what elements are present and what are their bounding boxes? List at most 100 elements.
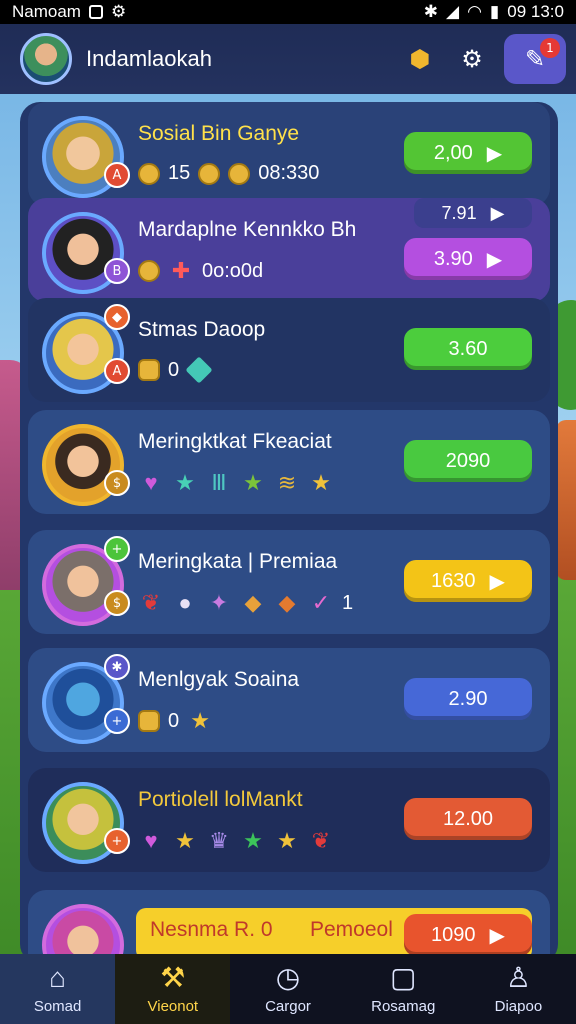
hammer-icon: ⚒ — [160, 961, 186, 993]
house-right — [556, 420, 576, 580]
time-value: 08:330 — [258, 162, 320, 184]
pill-label: 7.91 — [441, 202, 477, 223]
list-item[interactable]: + $ Meringkata | Premiaa ❦ ● ✦ ◆ ◆ ✓ 1 1… — [28, 530, 550, 634]
player-stats: ✚ 0o:o0d — [138, 258, 263, 284]
star-icon: ★ — [243, 470, 263, 495]
coin-icon — [138, 359, 160, 381]
player-name: Nesnma R. 0 — [150, 918, 273, 941]
signal-icon: ◢ — [445, 2, 460, 21]
nav-label: Somad — [33, 997, 82, 1015]
player-name: Mardaplne Kennkko Bh — [138, 218, 357, 241]
list-item[interactable]: ✱ + Menlgyak Soaina 0 ★ 2.90 — [28, 648, 550, 752]
value-button[interactable]: 3.60 — [404, 328, 532, 370]
coin-icon — [138, 162, 160, 185]
player-stats: ♥ ★ ♛ ★ ★ ❦ — [138, 828, 334, 854]
battery-icon: ▮ — [489, 2, 500, 21]
list-item[interactable]: + Portiolell lolMankt ♥ ★ ♛ ★ ★ ❦ 12.00 — [28, 768, 550, 872]
list-item[interactable]: A Sosial Bin Ganye 15 08:330 2,00 ▶ — [28, 102, 550, 206]
stat-value: 0 — [168, 358, 180, 381]
rank-badge: + — [104, 828, 130, 854]
nav-label: Cargor — [265, 997, 311, 1015]
value-button[interactable]: 2090 — [404, 440, 532, 482]
clock-label: 09 13:0 — [507, 2, 564, 21]
gift-icon: ✚ — [171, 258, 191, 283]
button-label: 2090 — [445, 449, 491, 472]
shield-button[interactable]: ⬢ — [394, 34, 446, 84]
coin-stack-icon — [138, 260, 160, 282]
timer-value: 0o:o0d — [202, 259, 264, 282]
wifi-icon: ◠ — [467, 2, 482, 21]
chat-button[interactable]: ✎ 1 — [504, 34, 566, 84]
player-stats: 0 ★ — [138, 708, 213, 734]
secondary-pill[interactable]: 7.91 ▶ — [414, 198, 532, 228]
stat-value: 15 — [168, 162, 191, 184]
stat-value: 0 — [168, 709, 180, 732]
nav-clock[interactable]: ◷ Cargor — [230, 954, 345, 1024]
value-button[interactable]: 1630 ▶ — [404, 560, 532, 602]
star-icon: ✦ — [209, 590, 229, 615]
pillar-icon: Ⅲ — [211, 470, 227, 495]
bluetooth-icon: ✱ — [423, 2, 438, 21]
stat-value: 1 — [342, 591, 354, 614]
gem-icon — [185, 356, 213, 384]
boomerang-icon: ✓ — [311, 590, 331, 615]
page-title: Indamlaokah — [86, 46, 212, 71]
player-stats: ♥ ★ Ⅲ ★ ≋ ★ — [138, 470, 334, 496]
notification-icon — [88, 5, 103, 19]
player-name: Menlgyak Soaina — [138, 668, 300, 691]
notification-badge: 1 — [540, 38, 560, 58]
button-label: 12.00 — [442, 807, 494, 830]
nav-home[interactable]: ⌂ Somad — [0, 954, 116, 1024]
settings-button[interactable]: ⚙ — [446, 34, 498, 84]
value-button[interactable]: 3.90 ▶ — [404, 238, 532, 280]
player-name: Meringkata | Premiaa — [138, 550, 338, 573]
list-item[interactable]: B Mardaplne Kennkko Bh ✚ 0o:o0d 7.91 ▶ 3… — [28, 198, 550, 302]
player-stats: ❦ ● ✦ ◆ ◆ ✓ 1 — [138, 590, 353, 616]
play-icon: ▶ — [490, 202, 505, 223]
button-label: 2.90 — [448, 687, 488, 710]
gear-icon: ⚙ — [461, 45, 483, 73]
star-icon: ★ — [175, 828, 195, 853]
star-icon: ★ — [277, 828, 297, 853]
rank-badge: $ — [104, 470, 130, 496]
nav-profile[interactable]: ♙ Diapoo — [461, 954, 576, 1024]
nav-box[interactable]: ▢ Rosamag — [346, 954, 461, 1024]
value-button[interactable]: 2,00 ▶ — [404, 132, 532, 174]
list-item[interactable]: ◆ A Stmas Daoop 0 3.60 — [28, 298, 550, 402]
dragon-icon: ❦ — [311, 828, 331, 853]
rank-badge: + — [104, 536, 130, 562]
player-name: Portiolell lolMankt — [138, 788, 303, 811]
nav-label: Diapoo — [494, 997, 543, 1015]
coin-icon — [198, 162, 221, 185]
value-button[interactable]: 12.00 — [404, 798, 532, 840]
list-item[interactable]: Nesnma R. 0 Pemoeol 1090 ▶ — [28, 890, 550, 964]
list-item[interactable]: $ Meringktkat Fkeaciat ♥ ★ Ⅲ ★ ≋ ★ 2090 — [28, 410, 550, 514]
person-icon: ♙ — [505, 961, 531, 993]
player-subtitle: Pemoeol — [310, 918, 393, 941]
button-label: 3.90 — [433, 247, 473, 270]
home-icon: ⌂ — [49, 961, 67, 993]
player-name: Sosial Bin Ganye — [138, 122, 300, 145]
value-button[interactable]: 1090 ▶ — [404, 914, 532, 956]
rank-badge: + — [104, 708, 130, 734]
clock-icon: ◷ — [275, 961, 301, 993]
rank-badge: B — [104, 258, 130, 284]
player-stats: 15 08:330 — [138, 162, 319, 185]
value-button[interactable]: 2.90 — [404, 678, 532, 720]
coin-icon — [138, 710, 160, 732]
crystal-icon: ♛ — [209, 828, 229, 853]
shield-icon: ⬢ — [409, 45, 431, 73]
button-label: 1630 — [431, 569, 476, 592]
profile-avatar[interactable] — [20, 33, 72, 85]
gem-icon: ◆ — [244, 590, 262, 615]
star-icon: ★ — [190, 708, 210, 733]
heart-icon: ♥ — [144, 470, 158, 495]
star-icon: ★ — [175, 470, 195, 495]
play-icon: ▶ — [489, 570, 505, 593]
heart-icon: ♥ — [144, 828, 158, 853]
play-icon: ▶ — [486, 248, 503, 271]
rank-badge: A — [104, 358, 130, 384]
button-label: 1090 — [431, 923, 476, 946]
nav-hammer[interactable]: ⚒ Vieonot — [115, 954, 231, 1024]
rank-badge: $ — [104, 590, 130, 616]
